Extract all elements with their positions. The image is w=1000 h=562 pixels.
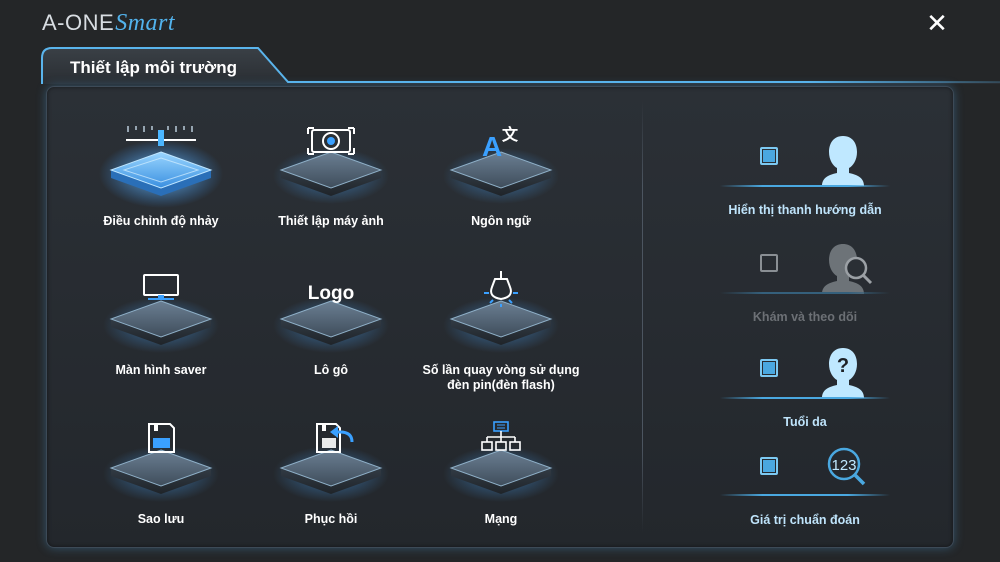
option-skin-age: ? Tuổi da (720, 342, 890, 432)
tile-sensitivity[interactable]: Điều chỉnh độ nhảy (86, 118, 236, 238)
svg-text:文: 文 (502, 125, 519, 144)
sensitivity-ruler-icon (126, 126, 196, 146)
check-icon (763, 460, 775, 472)
option-exam-track: Khám và theo dõi (720, 236, 890, 326)
option-diagnosis-value: 123 Giá trị chuẩn đoán (720, 442, 890, 532)
diagnosis-value-checkbox[interactable] (760, 457, 778, 475)
question-mark-text: ? (837, 355, 849, 377)
tile-label: Sao lưu (137, 512, 185, 526)
number-text: 123 (831, 457, 856, 474)
tile-label: Lô gô (313, 363, 348, 377)
panel-divider (642, 100, 643, 532)
check-icon (763, 362, 775, 374)
tile-label: Ngôn ngữ (471, 214, 531, 228)
option-guide-bar: Hiển thị thanh hướng dẫn (720, 128, 890, 218)
tile-screen-saver[interactable]: Màn hình saver (86, 267, 236, 387)
tab-header-shape (41, 47, 1000, 84)
tile-label: Mạng (484, 512, 518, 526)
tile-label: Số lần quay vòng sử dụng đèn pin(đèn fla… (422, 363, 580, 392)
check-icon (763, 150, 775, 162)
tile-label: Điều chỉnh độ nhảy (103, 214, 219, 228)
option-underline (720, 292, 890, 294)
user-question-icon: ? (822, 348, 864, 398)
option-underline (720, 397, 890, 399)
tile-language[interactable]: A 文 Ngôn ngữ (426, 118, 576, 238)
restore-icon (316, 423, 354, 453)
option-label: Khám và theo dõi (752, 310, 858, 324)
tile-label: Thiết lập máy ảnh (278, 214, 384, 228)
user-silhouette-icon (822, 136, 864, 186)
number-search-icon: 123 (827, 447, 866, 486)
logo-icon-text: Logo (308, 283, 354, 304)
tile-label: Màn hình saver (115, 363, 207, 377)
option-label: Hiển thị thanh hướng dẫn (728, 203, 882, 217)
tile-camera[interactable]: Thiết lập máy ảnh (256, 118, 406, 238)
option-label: Tuổi da (783, 415, 827, 429)
tile-logo[interactable]: Logo Lô gô (256, 267, 406, 387)
network-icon (481, 421, 521, 451)
tile-backup[interactable]: Sao lưu (86, 416, 236, 536)
svg-text:A: A (482, 131, 502, 162)
monitor-icon (143, 274, 179, 300)
page-title: Thiết lập môi trường (70, 58, 238, 77)
option-label: Giá trị chuẩn đoán (750, 513, 860, 527)
option-underline (720, 185, 890, 187)
tile-label: Phục hồi (304, 512, 358, 526)
translate-icon: A 文 (482, 125, 519, 162)
backup-save-icon (148, 423, 175, 453)
logo-icon: Logo (308, 283, 354, 304)
user-search-icon (822, 244, 873, 294)
option-underline (720, 494, 890, 496)
camera-icon (307, 127, 355, 155)
tile-flash-count[interactable]: Số lần quay vòng sử dụng đèn pin(đèn fla… (423, 267, 579, 392)
tile-network[interactable]: Mạng (426, 416, 576, 536)
exam-track-checkbox[interactable] (760, 254, 778, 272)
skin-age-checkbox[interactable] (760, 359, 778, 377)
guide-bar-checkbox[interactable] (760, 147, 778, 165)
tile-restore[interactable]: Phục hồi (256, 416, 406, 536)
light-bulb-icon (484, 271, 518, 307)
